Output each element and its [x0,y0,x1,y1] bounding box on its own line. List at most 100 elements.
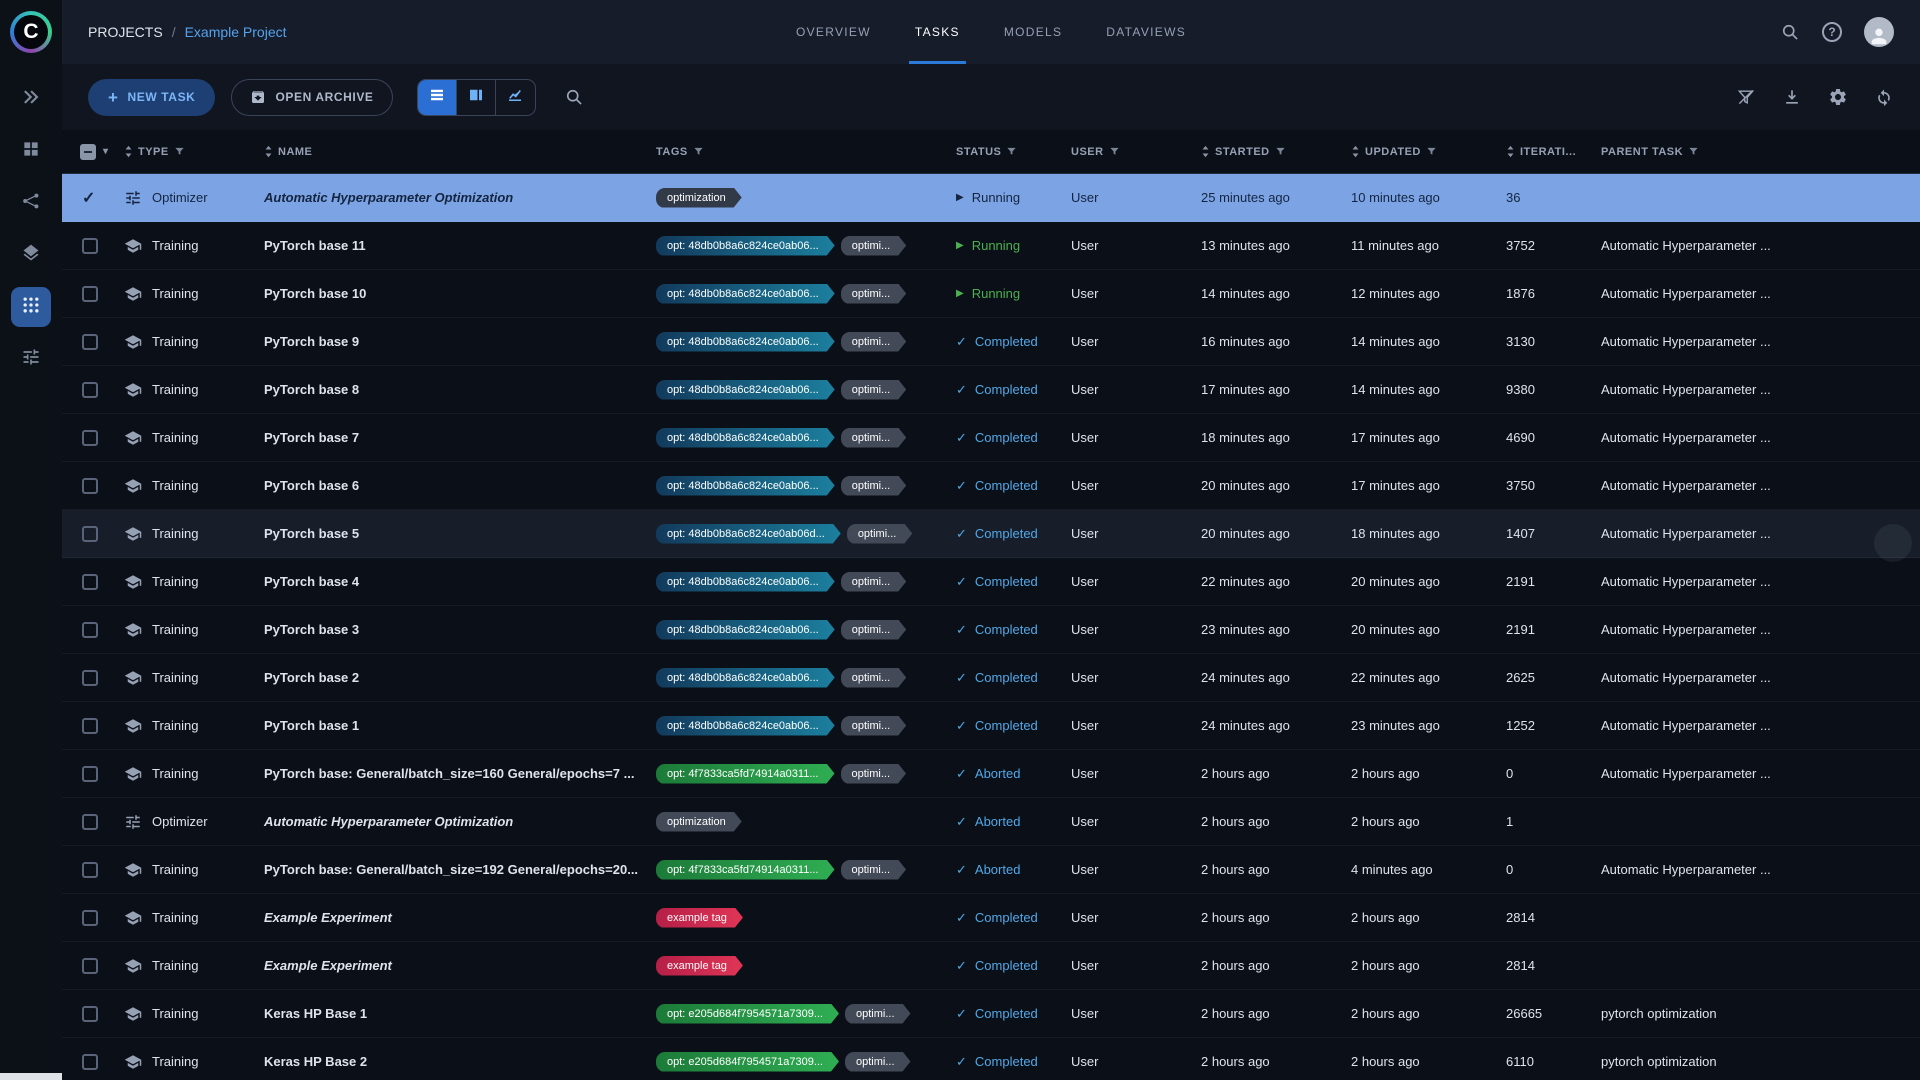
auto-refresh-icon[interactable] [1874,87,1894,107]
row-checkbox[interactable] [82,526,98,542]
row-checkbox[interactable] [82,478,98,494]
filter-icon[interactable] [1426,146,1437,157]
download-icon[interactable] [1782,87,1802,107]
column-header-started[interactable]: STARTED [1195,145,1345,158]
sidebar-item-reports[interactable] [11,235,51,275]
column-header-updated[interactable]: UPDATED [1345,145,1500,158]
split-view-button[interactable] [457,80,496,115]
row-checkbox[interactable] [82,574,98,590]
table-view-button[interactable] [418,80,457,115]
task-row[interactable]: TrainingPyTorch base 11opt: 48db0b8a6c82… [62,222,1920,270]
select-all-header[interactable]: ▾ [62,144,118,160]
task-row[interactable]: TrainingPyTorch base 6opt: 48db0b8a6c824… [62,462,1920,510]
task-row[interactable]: TrainingKeras HP Base 2opt: e205d684f795… [62,1038,1920,1080]
task-row[interactable]: TrainingPyTorch base 7opt: 48db0b8a6c824… [62,414,1920,462]
column-header-user[interactable]: USER [1065,146,1195,158]
task-row[interactable]: TrainingPyTorch base: General/batch_size… [62,846,1920,894]
sidebar-item-orchestration[interactable] [11,339,51,379]
filter-icon[interactable] [693,146,704,157]
row-checkbox[interactable] [82,910,98,926]
task-user-cell: User [1065,1006,1195,1021]
task-row[interactable]: TrainingPyTorch base 8opt: 48db0b8a6c824… [62,366,1920,414]
row-checkbox[interactable] [82,1054,98,1070]
task-row[interactable]: TrainingPyTorch base 2opt: 48db0b8a6c824… [62,654,1920,702]
select-dropdown-caret[interactable]: ▾ [103,146,109,157]
filter-icon[interactable] [1006,146,1017,157]
task-row[interactable]: TrainingPyTorch base 1opt: 48db0b8a6c824… [62,702,1920,750]
tab-overview[interactable]: OVERVIEW [774,0,893,64]
task-row[interactable]: TrainingPyTorch base 10opt: 48db0b8a6c82… [62,270,1920,318]
breadcrumb-root[interactable]: PROJECTS [88,24,163,40]
task-started-cell: 17 minutes ago [1195,382,1345,397]
column-header-name[interactable]: NAME [258,145,650,158]
row-checkbox[interactable] [82,382,98,398]
sort-icon[interactable] [264,145,273,158]
tab-models[interactable]: MODELS [982,0,1084,64]
row-checkbox[interactable] [82,238,98,254]
breadcrumb-current[interactable]: Example Project [185,24,287,40]
tag: optimi... [841,572,907,592]
sort-icon[interactable] [1201,145,1210,158]
task-row[interactable]: TrainingExample Experimentexample tag✓Co… [62,942,1920,990]
filter-icon[interactable] [1109,146,1120,157]
filter-icon[interactable] [1275,146,1286,157]
chart-view-button[interactable] [496,80,535,115]
task-row[interactable]: TrainingKeras HP Base 1opt: e205d684f795… [62,990,1920,1038]
training-icon [124,525,142,543]
sort-icon[interactable] [1351,145,1360,158]
task-parent: Automatic Hyperparameter ... [1601,478,1771,493]
task-parent: Automatic Hyperparameter ... [1601,574,1771,589]
column-header-tags[interactable]: TAGS [650,146,950,158]
task-row[interactable]: TrainingPyTorch base 3opt: 48db0b8a6c824… [62,606,1920,654]
row-checkbox[interactable] [82,622,98,638]
column-header-parent-task[interactable]: PARENT TASK [1595,146,1920,158]
new-task-label: NEW TASK [128,90,196,104]
task-row[interactable]: ✓OptimizerAutomatic Hyperparameter Optim… [62,174,1920,222]
task-row[interactable]: OptimizerAutomatic Hyperparameter Optimi… [62,798,1920,846]
select-all-checkbox[interactable] [80,144,96,160]
task-iterations-cell: 0 [1500,766,1595,781]
column-header-type[interactable]: TYPE [118,145,258,158]
task-name-cell: PyTorch base 3 [258,622,650,637]
task-status-cell: ▶Running [950,238,1065,253]
row-checkbox[interactable] [82,718,98,734]
row-checkbox[interactable] [82,430,98,446]
task-row[interactable]: TrainingPyTorch base 9opt: 48db0b8a6c824… [62,318,1920,366]
row-checkbox[interactable] [82,670,98,686]
tab-dataviews[interactable]: DATAVIEWS [1084,0,1208,64]
row-checkbox-checked[interactable]: ✓ [82,188,95,208]
row-checkbox[interactable] [82,862,98,878]
row-checkbox[interactable] [82,766,98,782]
account-icon[interactable] [1864,17,1894,47]
row-checkbox[interactable] [82,814,98,830]
tab-tasks[interactable]: TASKS [893,0,982,64]
row-checkbox[interactable] [82,1006,98,1022]
task-row[interactable]: TrainingExample Experimentexample tag✓Co… [62,894,1920,942]
task-row[interactable]: TrainingPyTorch base 5opt: 48db0b8a6c824… [62,510,1920,558]
sidebar-item-applications[interactable] [11,287,51,327]
column-header-status[interactable]: STATUS [950,146,1065,158]
search-icon[interactable] [1780,22,1800,42]
app-logo[interactable]: C [10,11,52,53]
row-checkbox[interactable] [82,334,98,350]
filter-icon[interactable] [1688,146,1699,157]
column-header-iterati-[interactable]: ITERATI... [1500,145,1595,158]
filter-icon[interactable] [174,146,185,157]
row-checkbox[interactable] [82,286,98,302]
row-checkbox[interactable] [82,958,98,974]
clear-filters-icon[interactable] [1736,87,1756,107]
new-task-button[interactable]: + NEW TASK [88,79,215,116]
sort-icon[interactable] [1506,145,1515,158]
sidebar-item-pipelines[interactable] [11,183,51,223]
task-row[interactable]: TrainingPyTorch base: General/batch_size… [62,750,1920,798]
sidebar-item-datasets[interactable] [11,131,51,171]
search-icon[interactable] [564,87,584,107]
sidebar-item-projects[interactable] [11,79,51,119]
check-icon: ✓ [956,958,967,974]
task-row[interactable]: TrainingPyTorch base 4opt: 48db0b8a6c824… [62,558,1920,606]
sort-icon[interactable] [124,145,133,158]
settings-icon[interactable] [1828,87,1848,107]
scroll-indicator[interactable] [1874,524,1912,562]
open-archive-button[interactable]: OPEN ARCHIVE [231,79,392,116]
help-icon[interactable]: ? [1822,22,1842,42]
